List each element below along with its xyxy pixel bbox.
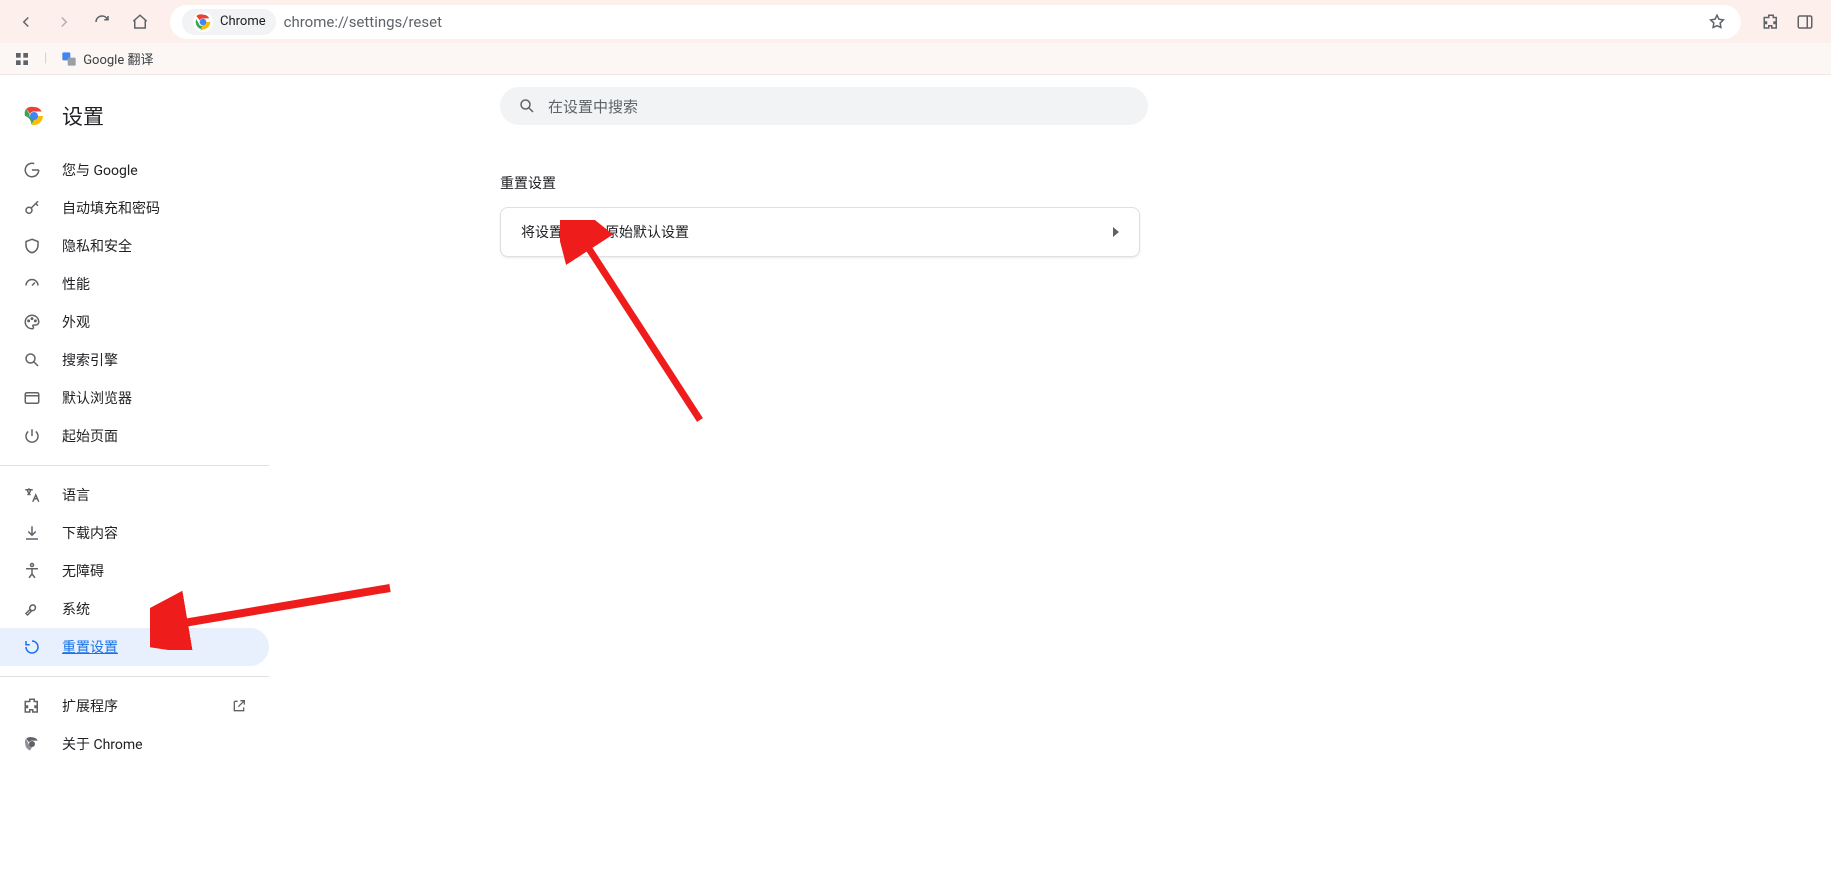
sidebar-item-reset[interactable]: 重置设置 xyxy=(0,628,269,666)
forward-button[interactable] xyxy=(50,8,78,36)
sidebar-item-appearance[interactable]: 外观 xyxy=(0,303,269,341)
sidebar-item-on-startup[interactable]: 起始页面 xyxy=(0,417,269,455)
settings-page: 设置 您与 Google 自动填充和密码 隐私和安全 性能 外观 xyxy=(0,75,1831,894)
speedometer-icon xyxy=(22,274,42,294)
sidebar-divider xyxy=(0,465,269,466)
sidebar-item-autofill[interactable]: 自动填充和密码 xyxy=(0,189,269,227)
restore-defaults-label: 将设置还原为原始默认设置 xyxy=(521,222,689,242)
browser-toolbar: Chrome chrome://settings/reset xyxy=(0,0,1831,43)
toolbar-right xyxy=(1757,8,1819,36)
reset-card: 将设置还原为原始默认设置 xyxy=(500,207,1140,257)
star-icon[interactable] xyxy=(1705,10,1729,34)
power-icon xyxy=(22,426,42,446)
sidebar-item-extensions[interactable]: 扩展程序 xyxy=(0,687,269,725)
address-bar[interactable]: Chrome chrome://settings/reset xyxy=(170,5,1741,39)
sidebar-item-languages[interactable]: 语言 xyxy=(0,476,269,514)
bookmark-separator: | xyxy=(44,51,47,66)
sidebar-item-label: 下载内容 xyxy=(62,523,118,543)
sidebar-item-downloads[interactable]: 下载内容 xyxy=(0,514,269,552)
side-panel-icon[interactable] xyxy=(1791,8,1819,36)
download-icon xyxy=(22,523,42,543)
palette-icon xyxy=(22,312,42,332)
sidebar-divider xyxy=(0,676,269,677)
wrench-icon xyxy=(22,599,42,619)
apps-shortcut[interactable] xyxy=(14,51,30,67)
search-icon xyxy=(22,350,42,370)
settings-sidebar: 设置 您与 Google 自动填充和密码 隐私和安全 性能 外观 xyxy=(0,75,270,894)
browser-window-icon xyxy=(22,388,42,408)
google-g-icon xyxy=(22,160,42,180)
shield-icon xyxy=(22,236,42,256)
search-icon xyxy=(518,97,536,115)
bookmark-label: Google 翻译 xyxy=(83,49,153,68)
chrome-icon xyxy=(22,734,42,754)
sidebar-item-search-engine[interactable]: 搜索引擎 xyxy=(0,341,269,379)
home-button[interactable] xyxy=(126,8,154,36)
restore-defaults-row[interactable]: 将设置还原为原始默认设置 xyxy=(501,208,1139,256)
chrome-logo-icon xyxy=(22,104,46,128)
sidebar-item-label: 重置设置 xyxy=(62,637,118,657)
section-title: 重置设置 xyxy=(500,173,1831,193)
sidebar-item-performance[interactable]: 性能 xyxy=(0,265,269,303)
sidebar-list: 您与 Google 自动填充和密码 隐私和安全 性能 外观 搜索引擎 xyxy=(0,151,269,763)
sidebar-item-label: 自动填充和密码 xyxy=(62,198,160,218)
sidebar-item-label: 关于 Chrome xyxy=(62,734,143,754)
sidebar-item-label: 无障碍 xyxy=(62,561,104,581)
site-chip-label: Chrome xyxy=(220,14,266,29)
sidebar-item-you-and-google[interactable]: 您与 Google xyxy=(0,151,269,189)
extensions-icon[interactable] xyxy=(1757,8,1785,36)
sidebar-item-label: 默认浏览器 xyxy=(62,388,132,408)
bookmarks-bar: | Google 翻译 xyxy=(0,43,1831,75)
sidebar-item-label: 您与 Google xyxy=(62,160,138,180)
sidebar-item-label: 搜索引擎 xyxy=(62,350,118,370)
chrome-icon xyxy=(192,11,214,33)
puzzle-icon xyxy=(22,696,42,716)
sidebar-item-label: 系统 xyxy=(62,599,90,619)
reset-icon xyxy=(22,637,42,657)
sidebar-item-system[interactable]: 系统 xyxy=(0,590,269,628)
sidebar-item-label: 起始页面 xyxy=(62,426,118,446)
back-button[interactable] xyxy=(12,8,40,36)
accessibility-icon xyxy=(22,561,42,581)
settings-search[interactable]: 在设置中搜索 xyxy=(500,87,1148,125)
translate-icon xyxy=(22,485,42,505)
translate-icon xyxy=(61,51,77,67)
chevron-right-icon xyxy=(1113,227,1119,237)
bookmark-google-translate[interactable]: Google 翻译 xyxy=(61,49,153,68)
sidebar-item-label: 扩展程序 xyxy=(62,696,118,716)
settings-header: 设置 xyxy=(0,95,269,151)
settings-title: 设置 xyxy=(62,101,104,131)
sidebar-item-label: 语言 xyxy=(62,485,90,505)
sidebar-item-label: 性能 xyxy=(62,274,90,294)
sidebar-item-label: 外观 xyxy=(62,312,90,332)
sidebar-item-label: 隐私和安全 xyxy=(62,236,132,256)
external-link-icon xyxy=(231,698,247,714)
reload-button[interactable] xyxy=(88,8,116,36)
key-icon xyxy=(22,198,42,218)
address-url: chrome://settings/reset xyxy=(284,13,442,31)
sidebar-item-about[interactable]: 关于 Chrome xyxy=(0,725,269,763)
sidebar-item-privacy[interactable]: 隐私和安全 xyxy=(0,227,269,265)
sidebar-item-accessibility[interactable]: 无障碍 xyxy=(0,552,269,590)
site-chip[interactable]: Chrome xyxy=(182,9,276,35)
apps-icon xyxy=(14,51,30,67)
sidebar-item-default-browser[interactable]: 默认浏览器 xyxy=(0,379,269,417)
settings-main: 在设置中搜索 重置设置 将设置还原为原始默认设置 xyxy=(270,75,1831,894)
settings-search-placeholder: 在设置中搜索 xyxy=(548,96,638,117)
